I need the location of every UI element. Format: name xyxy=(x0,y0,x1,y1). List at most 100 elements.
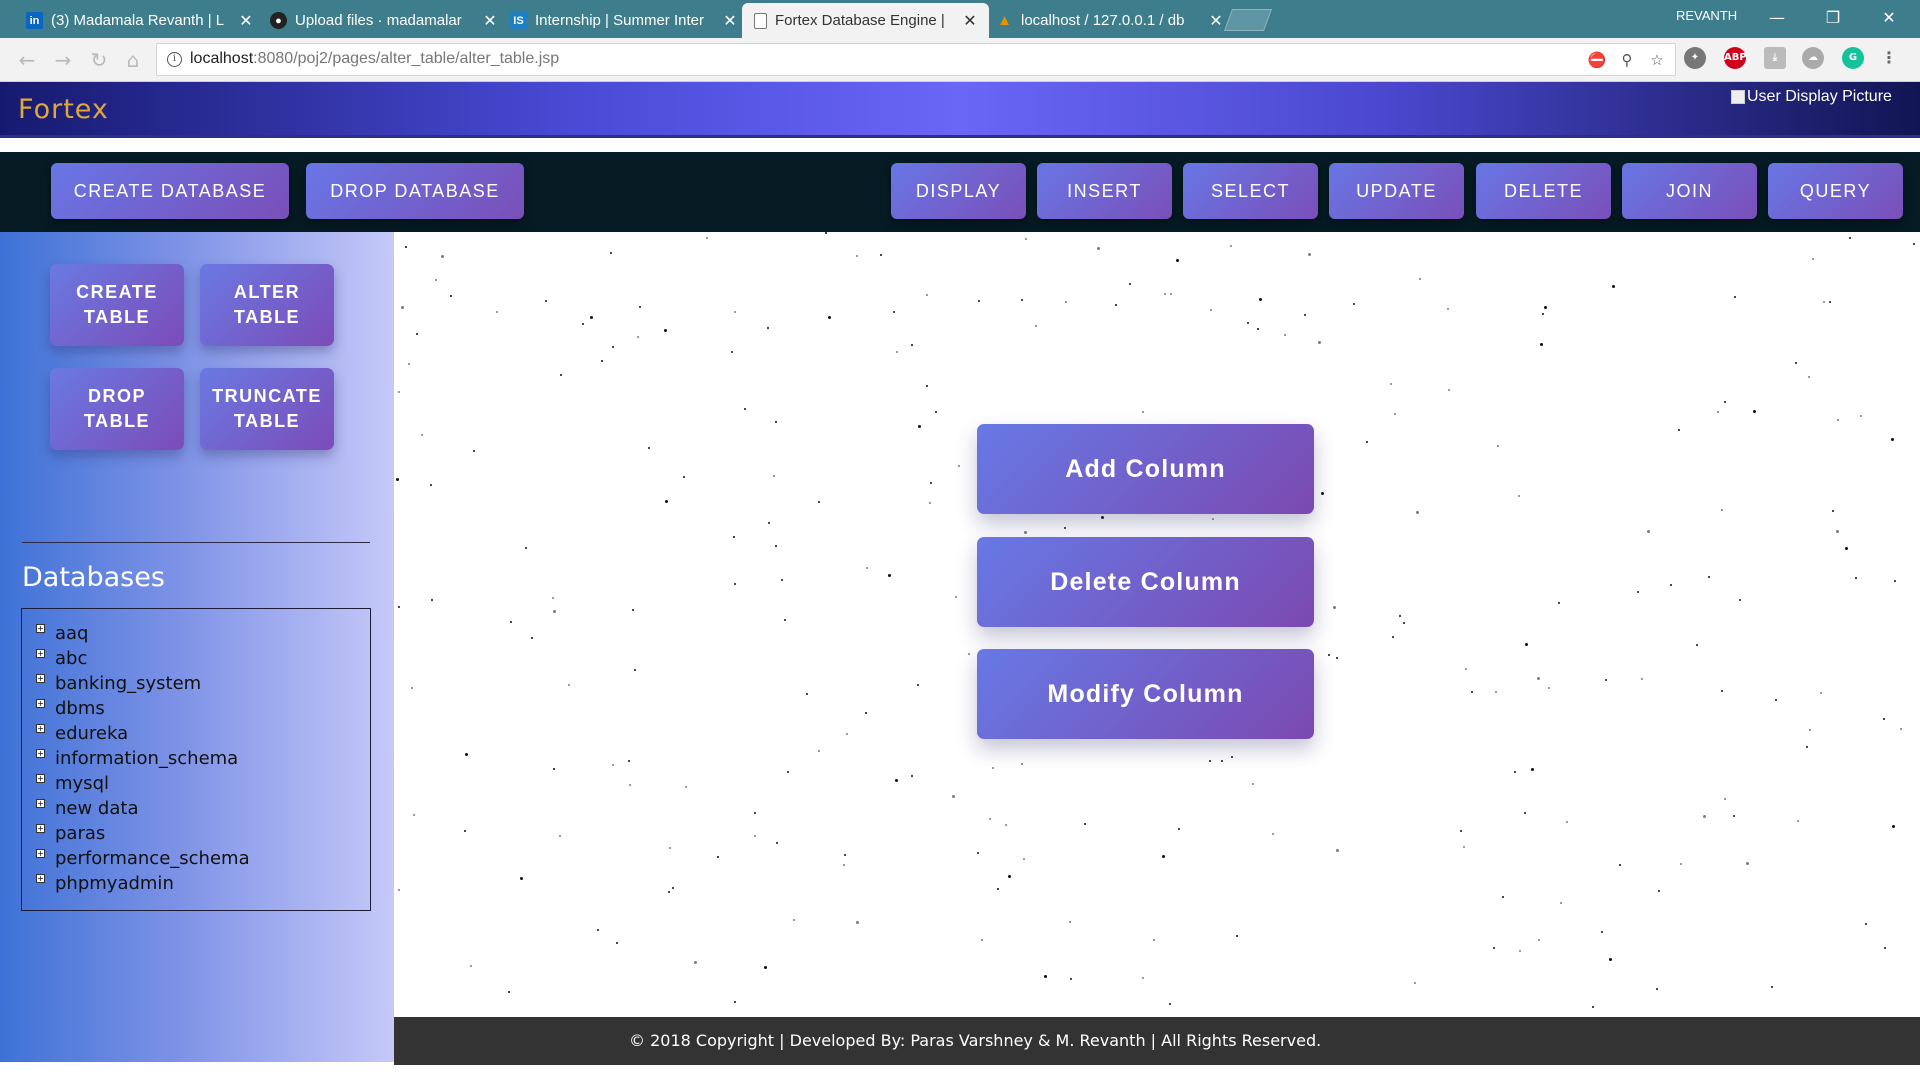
alter-table-button[interactable]: ALTER TABLE xyxy=(200,264,334,346)
new-tab-button[interactable] xyxy=(1223,9,1273,31)
expand-plus-icon[interactable]: + xyxy=(36,748,45,758)
background-dot xyxy=(1328,654,1330,656)
browser-tab[interactable]: ● Upload files · madamalar ✕ xyxy=(258,3,509,38)
background-dot xyxy=(1209,760,1211,762)
home-icon[interactable]: ⌂ xyxy=(120,47,146,73)
database-item[interactable]: + phpmyadmin xyxy=(36,871,174,895)
background-dot xyxy=(1894,580,1896,582)
expand-plus-icon[interactable]: + xyxy=(36,673,45,683)
database-name[interactable]: performance_schema xyxy=(55,848,250,869)
insert-button[interactable]: INSERT xyxy=(1037,163,1172,219)
background-dot xyxy=(1670,584,1672,586)
forward-icon[interactable]: → xyxy=(50,47,76,73)
truncate-table-button[interactable]: TRUNCATE TABLE xyxy=(200,368,334,450)
reload-icon[interactable]: ↻ xyxy=(86,47,112,73)
profile-name[interactable]: REVANTH xyxy=(1676,8,1737,23)
drop-database-button[interactable]: DROP DATABASE xyxy=(306,163,524,219)
background-dot xyxy=(1891,438,1894,441)
expand-plus-icon[interactable]: + xyxy=(36,723,45,733)
modify-column-button[interactable]: Modify Column xyxy=(977,649,1314,739)
blocked-content-icon[interactable]: ⛔ xyxy=(1587,50,1607,70)
window-close-icon[interactable]: ✕ xyxy=(1866,4,1912,32)
background-dot xyxy=(1860,415,1862,417)
background-dot xyxy=(856,921,859,924)
database-item[interactable]: + edureka xyxy=(36,721,128,745)
background-dot xyxy=(1308,253,1311,256)
browser-tab[interactable]: in (3) Madamala Revanth | L ✕ xyxy=(14,3,265,38)
background-dot xyxy=(632,609,634,611)
background-dot xyxy=(1680,863,1682,865)
close-icon[interactable]: ✕ xyxy=(1209,11,1223,31)
expand-plus-icon[interactable]: + xyxy=(36,623,45,633)
background-dot xyxy=(582,323,584,325)
extension-puzzle-icon[interactable]: ✦ xyxy=(1684,47,1706,69)
brand-logo[interactable]: Fortex xyxy=(18,94,109,125)
background-dot xyxy=(1142,977,1144,979)
expand-plus-icon[interactable]: + xyxy=(36,823,45,833)
database-name[interactable]: paras xyxy=(55,823,105,844)
database-item[interactable]: + new data xyxy=(36,796,138,820)
user-display-picture[interactable]: User Display Picture xyxy=(1731,88,1892,106)
database-item[interactable]: + banking_system xyxy=(36,671,201,695)
background-dot xyxy=(1097,247,1100,250)
join-button[interactable]: JOIN xyxy=(1622,163,1757,219)
drop-table-button[interactable]: DROP TABLE xyxy=(50,368,184,450)
database-item[interactable]: + information_schema xyxy=(36,746,238,770)
menu-kebab-icon[interactable]: ⋮ xyxy=(1878,47,1900,69)
select-button[interactable]: SELECT xyxy=(1183,163,1318,219)
database-name[interactable]: mysql xyxy=(55,773,109,794)
minimize-icon[interactable]: — xyxy=(1754,4,1800,32)
browser-tab-active[interactable]: Fortex Database Engine | ✕ xyxy=(742,3,989,38)
database-name[interactable]: new data xyxy=(55,798,138,819)
info-icon[interactable]: i xyxy=(167,52,182,67)
cloud-icon[interactable]: ☁ xyxy=(1802,47,1824,69)
database-item[interactable]: + dbms xyxy=(36,696,105,720)
database-name[interactable]: abc xyxy=(55,648,87,669)
close-icon[interactable]: ✕ xyxy=(963,11,977,31)
expand-plus-icon[interactable]: + xyxy=(36,798,45,808)
background-dot xyxy=(694,961,697,964)
database-item[interactable]: + abc xyxy=(36,646,87,670)
expand-plus-icon[interactable]: + xyxy=(36,773,45,783)
grammarly-icon[interactable]: G xyxy=(1842,47,1864,69)
adblock-icon[interactable]: ABP xyxy=(1724,47,1747,69)
display-button[interactable]: DISPLAY xyxy=(891,163,1026,219)
database-item[interactable]: + paras xyxy=(36,821,105,845)
close-icon[interactable]: ✕ xyxy=(483,11,497,31)
create-table-button[interactable]: CREATE TABLE xyxy=(50,264,184,346)
background-dot xyxy=(895,779,898,782)
back-icon[interactable]: ← xyxy=(14,47,40,73)
close-icon[interactable]: ✕ xyxy=(723,11,737,31)
expand-plus-icon[interactable]: + xyxy=(36,648,45,658)
background-dot xyxy=(1221,760,1223,762)
browser-tab[interactable]: ▲ localhost / 127.0.0.1 / db ✕ xyxy=(984,3,1235,38)
update-button[interactable]: UPDATE xyxy=(1329,163,1464,219)
database-item[interactable]: + performance_schema xyxy=(36,846,250,870)
address-bar[interactable]: i localhost:8080/poj2/pages/alter_table/… xyxy=(156,43,1676,76)
close-icon[interactable]: ✕ xyxy=(239,11,253,31)
expand-plus-icon[interactable]: + xyxy=(36,873,45,883)
expand-plus-icon[interactable]: + xyxy=(36,698,45,708)
create-database-button[interactable]: CREATE DATABASE xyxy=(51,163,289,219)
database-name[interactable]: edureka xyxy=(55,723,128,744)
expand-plus-icon[interactable]: + xyxy=(36,848,45,858)
database-name[interactable]: dbms xyxy=(55,698,105,719)
bookmark-star-icon[interactable]: ☆ xyxy=(1647,50,1667,70)
maximize-icon[interactable]: ❐ xyxy=(1810,4,1856,32)
pdf-icon[interactable]: ⤓ xyxy=(1764,47,1786,69)
database-name[interactable]: information_schema xyxy=(55,748,238,769)
database-item[interactable]: + mysql xyxy=(36,771,109,795)
url-text[interactable]: localhost:8080/poj2/pages/alter_table/al… xyxy=(190,50,559,68)
query-button[interactable]: QUERY xyxy=(1768,163,1903,219)
browser-tab[interactable]: IS Internship | Summer Inter ✕ xyxy=(498,3,749,38)
delete-column-button[interactable]: Delete Column xyxy=(977,537,1314,627)
delete-button[interactable]: DELETE xyxy=(1476,163,1611,219)
database-name[interactable]: aaq xyxy=(55,623,89,644)
add-column-button[interactable]: Add Column xyxy=(977,424,1314,514)
zoom-icon[interactable]: ⚲ xyxy=(1617,50,1637,70)
database-item[interactable]: + aaq xyxy=(36,621,89,645)
main-content: Add Column Delete Column Modify Column xyxy=(394,232,1920,1017)
background-dot xyxy=(958,465,960,467)
database-name[interactable]: banking_system xyxy=(55,673,201,694)
database-name[interactable]: phpmyadmin xyxy=(55,873,174,894)
